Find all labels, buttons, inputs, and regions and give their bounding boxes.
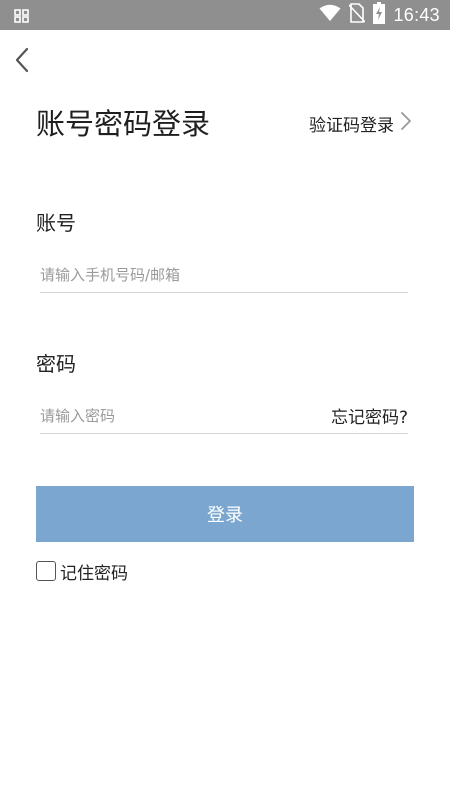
battery-charging-icon bbox=[373, 2, 386, 28]
account-input[interactable] bbox=[40, 257, 408, 292]
sms-login-link[interactable]: 验证码登录 bbox=[309, 108, 412, 138]
password-label: 密码 bbox=[36, 352, 76, 376]
remember-checkbox[interactable] bbox=[36, 561, 56, 581]
account-label: 账号 bbox=[36, 211, 76, 235]
wifi-icon bbox=[319, 4, 341, 26]
password-input[interactable] bbox=[40, 398, 331, 433]
remember-label: 记住密码 bbox=[60, 563, 128, 584]
password-field-wrap: 忘记密码? bbox=[40, 398, 408, 434]
status-bar: 16:43 bbox=[0, 0, 450, 30]
back-button[interactable] bbox=[8, 44, 38, 76]
account-field-wrap bbox=[40, 257, 408, 293]
remember-password[interactable]: 记住密码 bbox=[36, 560, 128, 584]
chevron-right-icon bbox=[400, 111, 412, 136]
page-title: 账号密码登录 bbox=[36, 107, 211, 141]
login-button[interactable]: 登录 bbox=[36, 486, 414, 542]
status-time: 16:43 bbox=[393, 4, 440, 25]
forgot-password-link[interactable]: 忘记密码? bbox=[331, 403, 408, 428]
chevron-left-icon bbox=[8, 47, 38, 80]
grid-icon bbox=[14, 8, 30, 23]
sms-login-label: 验证码登录 bbox=[309, 115, 394, 136]
no-sim-icon bbox=[348, 3, 367, 27]
